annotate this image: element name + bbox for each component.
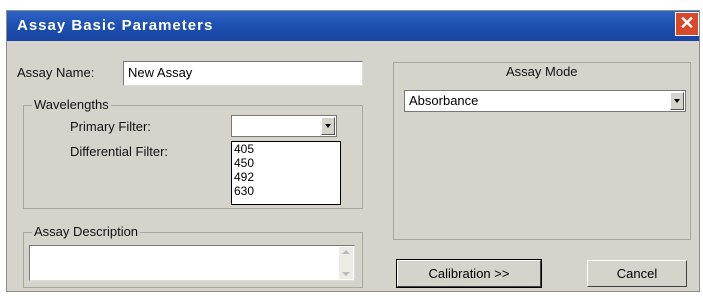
description-legend: Assay Description (32, 224, 141, 239)
chevron-down-icon[interactable] (321, 117, 335, 135)
primary-filter-label: Primary Filter: (70, 119, 151, 134)
primary-filter-dropdown[interactable] (231, 115, 337, 137)
scroll-up-icon[interactable] (342, 250, 350, 254)
filter-option[interactable]: 405 (232, 142, 340, 156)
filter-option[interactable]: 630 (232, 184, 340, 198)
title-bar[interactable]: Assay Basic Parameters ✕ (7, 11, 699, 41)
chevron-down-icon[interactable] (670, 92, 684, 110)
assay-description-input[interactable] (29, 245, 355, 281)
assay-name-label: Assay Name: (17, 65, 95, 80)
close-button[interactable]: ✕ (675, 12, 699, 36)
wavelengths-legend: Wavelengths (32, 97, 111, 112)
filter-option[interactable]: 450 (232, 156, 340, 170)
filter-options-list[interactable]: 405 450 492 630 (231, 141, 341, 205)
assay-name-input[interactable]: New Assay (123, 61, 363, 86)
differential-filter-label: Differential Filter: (70, 144, 169, 159)
assay-mode-legend: Assay Mode (504, 64, 580, 79)
assay-mode-dropdown[interactable]: Absorbance (404, 90, 686, 112)
assay-mode-group: Assay Mode (393, 62, 691, 240)
description-scrollbar[interactable] (339, 247, 353, 279)
calibration-button[interactable]: Calibration >> (396, 259, 542, 288)
close-icon: ✕ (679, 13, 695, 33)
filter-option[interactable]: 492 (232, 170, 340, 184)
dialog-window: Assay Basic Parameters ✕ Assay Name: New… (6, 10, 700, 292)
scroll-down-icon[interactable] (342, 272, 350, 276)
cancel-button[interactable]: Cancel (587, 260, 687, 287)
assay-mode-value: Absorbance (409, 93, 479, 108)
dialog-title: Assay Basic Parameters (17, 17, 214, 34)
